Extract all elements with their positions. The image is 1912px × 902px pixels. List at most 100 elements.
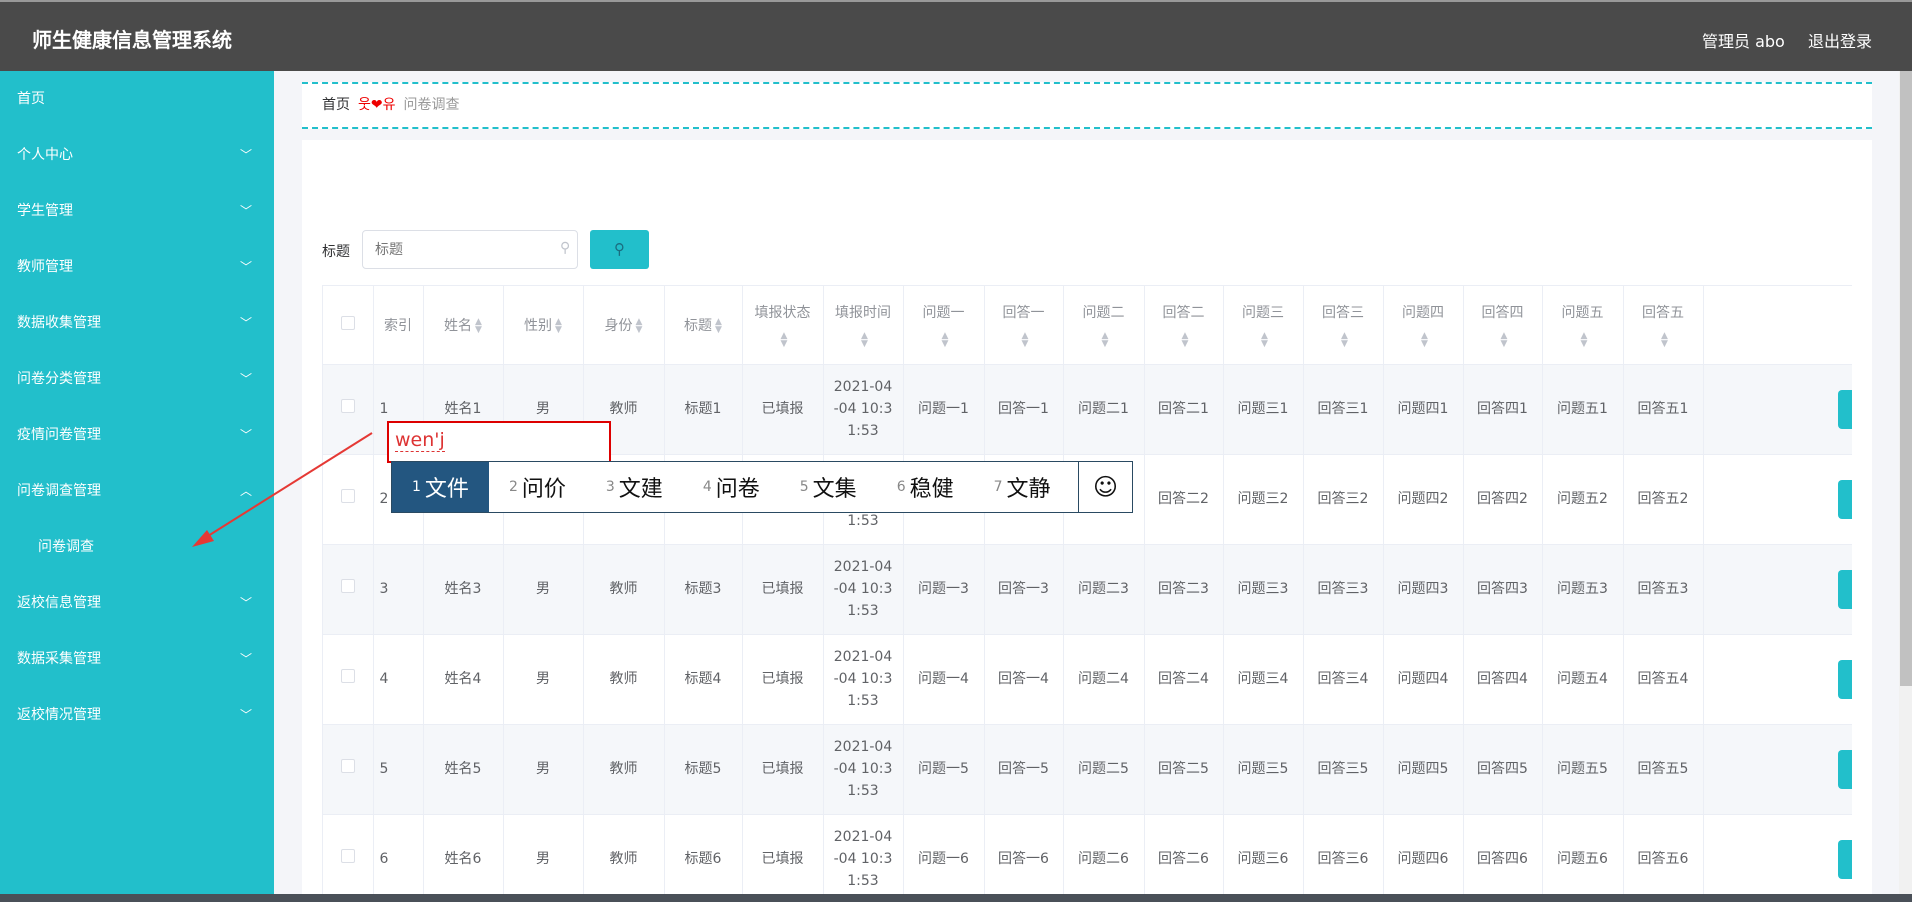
- sidebar-item-label: 首页: [17, 91, 45, 107]
- ime-candidate[interactable]: 5 文集: [780, 462, 877, 512]
- column-header[interactable]: 性别 ▲ ▼: [503, 286, 584, 365]
- column-header[interactable]: 回答五 ▲ ▼: [1623, 286, 1704, 365]
- table-cell: 问题三3: [1223, 544, 1304, 635]
- ime-composition: wen'j: [387, 421, 611, 463]
- row-checkbox[interactable]: [340, 669, 355, 683]
- logout-link[interactable]: 退出登录: [1808, 28, 1872, 52]
- search-button[interactable]: ⚲: [590, 230, 649, 269]
- column-header-label: 身份: [604, 317, 633, 334]
- sort-icon[interactable]: ▲ ▼: [942, 331, 949, 348]
- sort-icon[interactable]: ▲ ▼: [555, 317, 562, 334]
- checkbox-cell: [323, 634, 374, 725]
- table-cell: 回答二2: [1144, 454, 1224, 545]
- column-header[interactable]: 回答二 ▲ ▼: [1144, 286, 1224, 365]
- column-header[interactable]: 回答四 ▲ ▼: [1463, 286, 1543, 365]
- table-row: 3 姓名3 男教师 标题3 已填报 2021-04-04 10:31:53 问题一3 回答一3…: [323, 544, 1852, 635]
- sidebar-item[interactable]: 问卷调查管理 ︿: [0, 471, 274, 511]
- sidebar-item[interactable]: 疫情问卷管理 ﹀: [0, 415, 274, 455]
- candidate-text: 问卷: [715, 477, 760, 502]
- ime-candidate[interactable]: 6 稳健: [877, 462, 974, 512]
- table-cell: 回答三4: [1303, 634, 1384, 725]
- sidebar-item[interactable]: 数据收集管理 ﹀: [0, 303, 274, 343]
- sort-icon[interactable]: ▲ ▼: [636, 317, 643, 334]
- row-checkbox[interactable]: [340, 489, 355, 503]
- column-header[interactable]: 问题二 ▲ ▼: [1063, 286, 1145, 365]
- checkbox-cell: [323, 814, 374, 894]
- sort-icon[interactable]: ▲ ▼: [1581, 331, 1588, 348]
- sort-icon[interactable]: ▲ ▼: [1341, 331, 1348, 348]
- sidebar-item[interactable]: 返校情况管理 ﹀: [0, 695, 274, 735]
- actions-cell: ▤ 详情: [1703, 454, 1852, 545]
- column-header[interactable]: 回答三 ▲ ▼: [1303, 286, 1384, 365]
- sort-icon[interactable]: ▲ ▼: [1501, 331, 1508, 348]
- breadcrumb-home[interactable]: 首页: [322, 97, 350, 113]
- column-header-label: 问题二: [1082, 304, 1125, 321]
- sort-icon[interactable]: ▲ ▼: [1261, 331, 1268, 348]
- table-cell: 姓名6: [423, 814, 504, 894]
- sort-icon[interactable]: ▲ ▼: [1022, 331, 1029, 348]
- table-cell: 已填报: [742, 634, 824, 725]
- sidebar-item[interactable]: 首页: [0, 79, 274, 119]
- row-checkbox[interactable]: [340, 849, 355, 863]
- detail-button[interactable]: ▤ 详情: [1838, 749, 1852, 789]
- ime-candidate[interactable]: 1 文件: [392, 462, 489, 512]
- detail-button[interactable]: ▤ 详情: [1838, 839, 1852, 879]
- row-checkbox[interactable]: [340, 759, 355, 773]
- sort-icon[interactable]: ▲ ▼: [1102, 331, 1109, 348]
- scrollbar-thumb[interactable]: [1900, 71, 1912, 686]
- table-cell: 2021-04-04 10:31:53: [823, 544, 904, 635]
- ime-candidate[interactable]: 3 文建: [586, 462, 683, 512]
- table-cell: 回答二5: [1144, 724, 1224, 815]
- table-cell: 回答二6: [1144, 814, 1224, 894]
- sort-icon[interactable]: ▲ ▼: [1182, 331, 1189, 348]
- sidebar-item[interactable]: 问卷分类管理 ﹀: [0, 359, 274, 399]
- column-header[interactable]: 问题三 ▲ ▼: [1223, 286, 1304, 365]
- sidebar-item[interactable]: 学生管理 ﹀: [0, 191, 274, 231]
- column-header[interactable]: 填报时间 ▲ ▼: [823, 286, 904, 365]
- table-cell: 3: [373, 544, 424, 635]
- column-header-label: 索引: [384, 317, 412, 334]
- ime-candidate[interactable]: 4 问卷: [683, 462, 780, 512]
- detail-button[interactable]: ▤ 详情: [1838, 569, 1852, 609]
- row-checkbox[interactable]: [340, 399, 355, 413]
- column-header[interactable]: 填报状态 ▲ ▼: [742, 286, 824, 365]
- sidebar-item[interactable]: 个人中心 ﹀: [0, 135, 274, 175]
- sort-icon[interactable]: ▲ ▼: [1421, 331, 1428, 348]
- sidebar-item[interactable]: 教师管理 ﹀: [0, 247, 274, 287]
- sidebar-item[interactable]: 问卷调查: [0, 527, 274, 567]
- table-cell: 标题6: [664, 814, 743, 894]
- table-row: 4 姓名4 男教师 标题4 已填报 2021-04-04 10:31:53 问题一4 回答一4…: [323, 634, 1852, 725]
- table-cell: 2021-04-04 10:31:53: [823, 364, 904, 455]
- column-header[interactable]: 回答一 ▲ ▼: [984, 286, 1064, 365]
- sidebar-item-label: 教师管理: [17, 259, 73, 275]
- sort-icon[interactable]: ▲ ▼: [1661, 331, 1668, 348]
- table-cell: 问题四6: [1383, 814, 1464, 894]
- title-search-input[interactable]: [362, 230, 578, 269]
- sidebar-item-label: 数据采集管理: [17, 651, 101, 667]
- sort-icon[interactable]: ▲ ▼: [861, 331, 868, 348]
- column-header-label: 标题: [684, 317, 713, 334]
- column-header-label: 问题一: [922, 304, 965, 321]
- emoji-icon[interactable]: ☺: [1077, 462, 1132, 512]
- select-all-checkbox[interactable]: [340, 315, 355, 330]
- detail-button[interactable]: ▤ 详情: [1838, 389, 1852, 429]
- detail-button[interactable]: ▤ 详情: [1838, 659, 1852, 699]
- ime-candidate[interactable]: 7 文静: [974, 462, 1071, 512]
- sort-icon[interactable]: ▲ ▼: [475, 317, 482, 334]
- sort-icon[interactable]: ▲ ▼: [781, 331, 788, 348]
- column-header[interactable]: 身份 ▲ ▼: [583, 286, 665, 365]
- candidate-text: 文集: [812, 477, 857, 502]
- column-header[interactable]: 标题 ▲ ▼: [664, 286, 743, 365]
- sidebar-item[interactable]: 数据采集管理 ﹀: [0, 639, 274, 679]
- column-header[interactable]: 问题四 ▲ ▼: [1383, 286, 1464, 365]
- column-header[interactable]: 姓名 ▲ ▼: [423, 286, 504, 365]
- column-header-label: 问题五: [1561, 304, 1604, 321]
- table-cell: 问题一4: [903, 634, 985, 725]
- sort-icon[interactable]: ▲ ▼: [715, 317, 722, 334]
- sidebar-item[interactable]: 返校信息管理 ﹀: [0, 583, 274, 623]
- row-checkbox[interactable]: [340, 579, 355, 593]
- ime-candidate[interactable]: 2 问价: [489, 462, 586, 512]
- detail-button[interactable]: ▤ 详情: [1838, 479, 1852, 519]
- column-header[interactable]: 问题五 ▲ ▼: [1542, 286, 1624, 365]
- column-header[interactable]: 问题一 ▲ ▼: [903, 286, 985, 365]
